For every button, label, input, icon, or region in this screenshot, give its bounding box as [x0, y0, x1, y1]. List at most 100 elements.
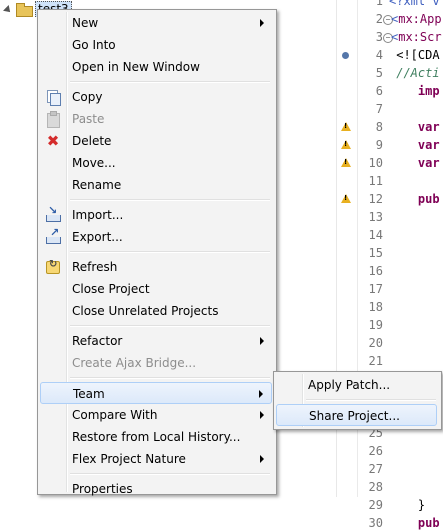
submenu-arrow-icon [260, 337, 264, 345]
menu-item-paste: Paste [40, 108, 272, 130]
menu-item-rename[interactable]: Rename [40, 174, 272, 196]
line-number: 11 [368, 174, 383, 188]
code-line: 1 <?xml v [359, 0, 440, 10]
line-number: 29 [368, 498, 383, 512]
menu-item-close-project[interactable]: Close Project [40, 278, 272, 300]
code-line: 27 [359, 460, 389, 478]
warning-icon[interactable] [341, 194, 351, 203]
team-submenu: Apply Patch... Share Project... [273, 371, 442, 430]
line-number: 8 [375, 120, 383, 134]
menu-item-label: Close Project [72, 282, 150, 296]
menu-item-delete[interactable]: ✖ Delete [40, 130, 272, 152]
menu-item-flex-project-nature[interactable]: Flex Project Nature [40, 448, 272, 470]
menu-item-import[interactable]: Import... [40, 204, 272, 226]
code-line: 11 [359, 172, 389, 190]
menu-item-label: Share Project... [309, 409, 400, 423]
menu-separator [70, 251, 270, 253]
warning-icon[interactable] [341, 158, 351, 167]
menu-item-label: Restore from Local History... [72, 430, 241, 444]
line-number: 13 [368, 210, 383, 224]
menu-item-go-into[interactable]: Go Into [40, 34, 272, 56]
menu-item-label: Delete [72, 134, 112, 148]
copy-icon [45, 89, 61, 106]
menu-item-label: Export... [72, 230, 123, 244]
project-folder-icon [16, 3, 33, 17]
line-number: 7 [375, 102, 383, 116]
menu-item-label: New [72, 16, 99, 30]
override-marker-icon[interactable] [341, 50, 349, 59]
line-number: 16 [368, 264, 383, 278]
code-line: 14 [359, 226, 389, 244]
line-number: 26 [368, 444, 383, 458]
context-menu: New Go Into Open in New Window Copy Paste ✖ De… [37, 9, 277, 496]
menu-item-restore-local-history[interactable]: Restore from Local History... [40, 426, 272, 448]
menu-item-refresh[interactable]: Refresh [40, 256, 272, 278]
line-number: 21 [368, 354, 383, 368]
line-number: 17 [368, 282, 383, 296]
line-number: 15 [368, 246, 383, 260]
warning-icon[interactable] [341, 140, 351, 149]
submenu-arrow-icon [259, 390, 263, 398]
menu-item-label: Open in New Window [72, 60, 200, 74]
line-number: 3 [375, 30, 383, 44]
menu-item-refactor[interactable]: Refactor [40, 330, 272, 352]
code-line: 5 //Acti [359, 64, 440, 82]
code-line: 7 [359, 100, 389, 118]
menu-item-open-new-window[interactable]: Open in New Window [40, 56, 272, 78]
line-number: 12 [368, 192, 383, 206]
menu-item-copy[interactable]: Copy [40, 86, 272, 108]
menu-separator [306, 399, 436, 401]
code-line: 26 [359, 442, 389, 460]
menu-item-label: Paste [72, 112, 105, 126]
code-line: 3 −<mx:Scr [359, 28, 442, 46]
code-line: 16 [359, 262, 389, 280]
code-token: } [389, 498, 426, 512]
code-line: 29 } [359, 496, 426, 514]
code-line: 12 pub [359, 190, 440, 208]
submenu-item-apply-patch[interactable]: Apply Patch... [276, 374, 437, 396]
line-number: 27 [368, 462, 383, 476]
code-token: //Acti [389, 66, 440, 80]
menu-item-label: Copy [72, 90, 103, 104]
menu-item-label: Flex Project Nature [72, 452, 186, 466]
menu-item-label: Create Ajax Bridge... [72, 356, 197, 370]
line-number: 14 [368, 228, 383, 242]
code-token: var [389, 120, 440, 134]
menu-separator [70, 377, 270, 379]
code-line: 18 [359, 298, 389, 316]
menu-item-team[interactable]: Team [40, 382, 272, 404]
line-number: 9 [375, 138, 383, 152]
export-icon [45, 226, 61, 245]
menu-item-compare-with[interactable]: Compare With [40, 404, 272, 426]
menu-item-label: Go Into [72, 38, 116, 52]
line-number: 19 [368, 318, 383, 332]
line-number: 1 [375, 0, 383, 8]
code-token: var [389, 156, 440, 170]
warning-icon[interactable] [341, 122, 351, 131]
submenu-arrow-icon [260, 19, 264, 27]
submenu-item-share-project[interactable]: Share Project... [276, 404, 437, 426]
menu-separator [70, 199, 270, 201]
menu-item-export[interactable]: Export... [40, 226, 272, 248]
menu-item-move[interactable]: Move... [40, 152, 272, 174]
code-line: 2 −<mx:App [359, 10, 442, 28]
expand-arrow-icon[interactable] [4, 5, 13, 14]
line-number: 2 [375, 12, 383, 26]
menu-item-label: Team [73, 387, 105, 401]
code-token: mx:App [398, 12, 442, 26]
line-number: 5 [375, 66, 383, 80]
code-line: 10 var [359, 154, 440, 172]
line-number: 6 [375, 84, 383, 98]
submenu-arrow-icon [260, 455, 264, 463]
code-line: 15 [359, 244, 389, 262]
menu-item-new[interactable]: New [40, 12, 272, 34]
menu-item-close-unrelated-projects[interactable]: Close Unrelated Projects [40, 300, 272, 322]
line-number: 28 [368, 480, 383, 494]
code-line: 17 [359, 280, 389, 298]
code-token: var [389, 138, 440, 152]
code-token: pub [389, 516, 440, 530]
code-token: <![CDA [389, 48, 440, 62]
menu-item-label: Rename [72, 178, 122, 192]
code-token: pub [389, 192, 440, 206]
menu-item-label: Refresh [72, 260, 118, 274]
